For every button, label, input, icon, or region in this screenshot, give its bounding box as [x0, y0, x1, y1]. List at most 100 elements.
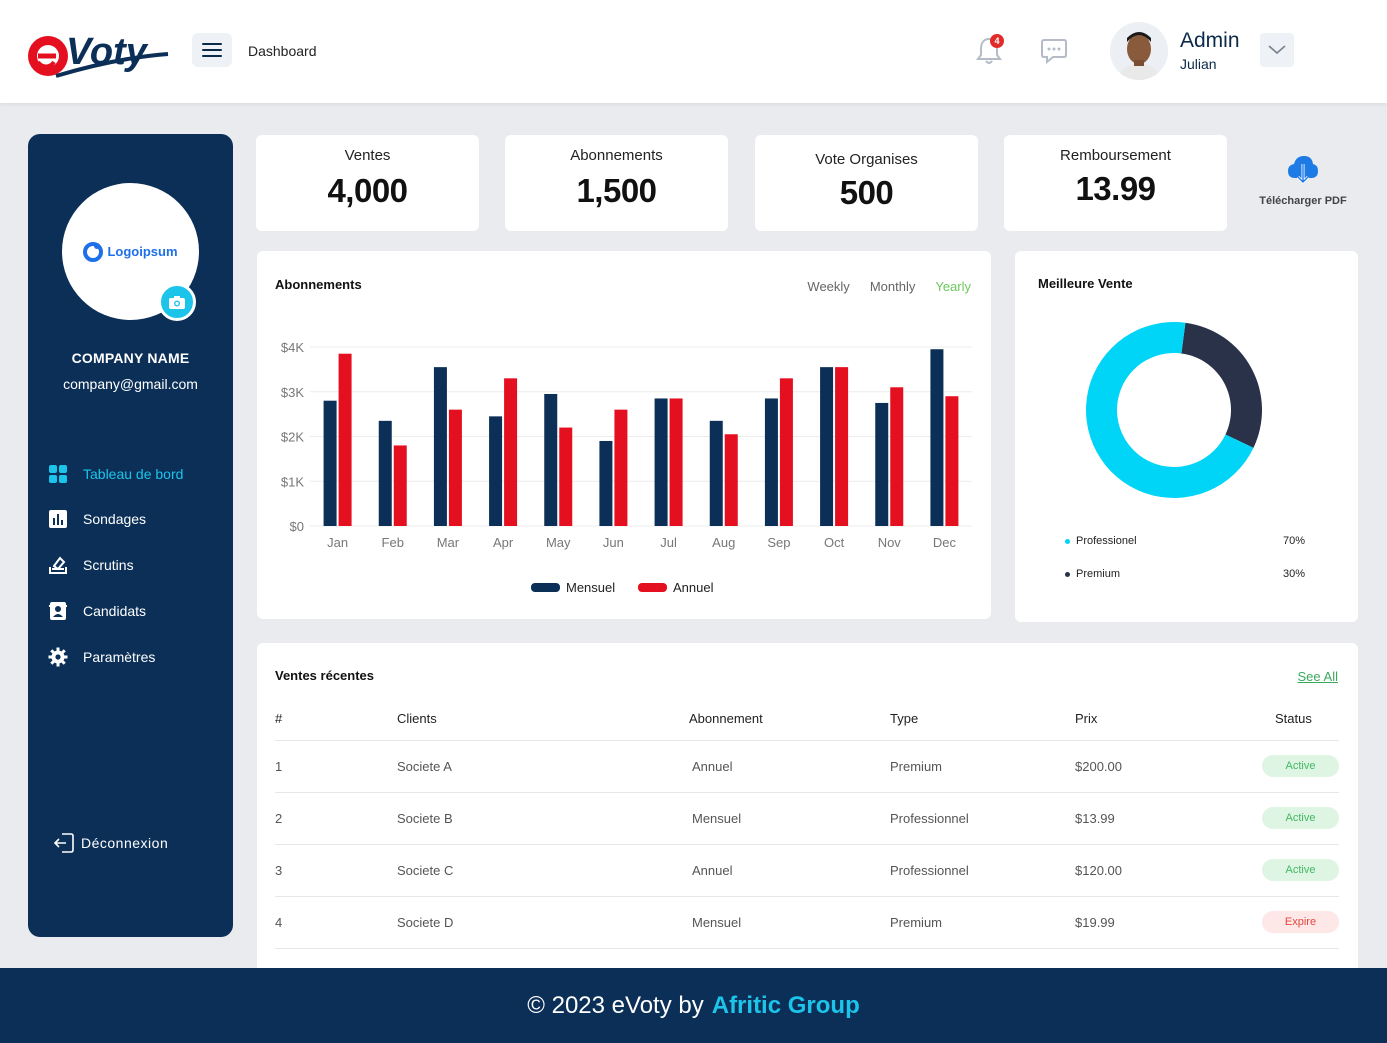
bar-mensuel-jul[interactable] [654, 398, 668, 526]
bar-mensuel-jun[interactable] [599, 440, 613, 526]
cell-plan: Annuel [692, 863, 733, 878]
contact-card-icon [48, 601, 68, 621]
sidebar-item-label: Sondages [83, 511, 147, 527]
breadcrumb: Dashboard [248, 43, 317, 59]
sidebar-item-scrutins[interactable]: Scrutins [48, 553, 134, 577]
logout-label: Déconnexion [81, 835, 169, 851]
user-role: Admin [1180, 29, 1240, 52]
sidebar-item-sondages[interactable]: Sondages [48, 507, 146, 531]
legend-label: Premium [1076, 568, 1121, 580]
x-tick-label: Sep [767, 535, 790, 550]
download-pdf-label: Télécharger PDF [1259, 195, 1347, 207]
stat-value: 4,000 [327, 172, 408, 209]
cell-type: Professionnel [890, 811, 969, 826]
bar-mensuel-oct[interactable] [820, 367, 834, 526]
legend-swatch [531, 583, 560, 592]
x-tick-label: Feb [382, 535, 404, 550]
cell-client: Societe C [397, 863, 454, 878]
col-header-status: Status [1275, 711, 1312, 726]
bar-annuel-jun[interactable] [614, 409, 628, 526]
see-all-link[interactable]: See All [1298, 669, 1338, 684]
footer-brand-link[interactable]: Afritic Group [712, 992, 860, 1020]
x-tick-label: Jul [660, 535, 677, 550]
y-tick-label: $4K [281, 340, 304, 355]
bar-annuel-dec[interactable] [945, 396, 959, 526]
grid-icon [48, 464, 68, 484]
legend-dot-icon [1065, 538, 1070, 544]
download-pdf-button[interactable]: Télécharger PDF [1250, 152, 1356, 207]
status-badge: Active [1262, 859, 1339, 881]
stat-value: 1,500 [576, 172, 657, 209]
ballot-icon [48, 555, 68, 575]
bar-annuel-mar[interactable] [448, 409, 462, 526]
bar-mensuel-dec[interactable] [930, 349, 944, 526]
bar-mensuel-may[interactable] [544, 393, 558, 526]
cell-price: $13.99 [1075, 811, 1115, 826]
bar-annuel-sep[interactable] [779, 378, 793, 526]
donut-segment-premium[interactable] [1181, 322, 1262, 448]
bar-annuel-jul[interactable] [669, 398, 683, 526]
user-menu-button[interactable] [1260, 33, 1294, 67]
cell-plan: Annuel [692, 759, 733, 774]
sidebar-item-candidats[interactable]: Candidats [48, 599, 146, 623]
sidebar: Logoipsum COMPANY NAME company@gmail.com… [28, 134, 233, 937]
bar-annuel-oct[interactable] [835, 367, 849, 526]
bar-annuel-jan[interactable] [338, 353, 352, 526]
legend-label: Mensuel [566, 580, 615, 595]
cloud-download-icon [1288, 156, 1318, 185]
legend-swatch [638, 583, 667, 592]
camera-icon [169, 295, 185, 309]
footer: © 2023 eVoty by Afritic Group [0, 968, 1387, 1043]
meilleure-vente-card: Meilleure Vente Professionel 70% Premium… [1015, 251, 1358, 622]
menu-toggle-button[interactable] [192, 33, 232, 67]
cell-price: $120.00 [1075, 863, 1122, 878]
chat-icon[interactable] [1039, 35, 1069, 65]
company-email: company@gmail.com [63, 376, 198, 392]
status-badge: Expire [1262, 911, 1339, 933]
table-title: Ventes récentes [275, 668, 375, 683]
svg-text:Voty: Voty [66, 31, 149, 73]
evoty-logo[interactable]: Voty [26, 18, 172, 82]
bar-mensuel-aug[interactable] [709, 420, 723, 526]
user-avatar[interactable] [1110, 22, 1168, 80]
logout-button[interactable]: Déconnexion [53, 832, 168, 854]
bar-mensuel-nov[interactable] [875, 402, 889, 526]
cell-client: Societe A [397, 759, 452, 774]
user-name: Julian [1180, 56, 1217, 72]
y-tick-label: $2K [281, 430, 304, 445]
donut-legend-professionel: Professionel 70% [1065, 535, 1305, 547]
col-header-abonnement: Abonnement [689, 711, 763, 726]
sidebar-item-tableau-de-bord[interactable]: Tableau de bord [48, 462, 183, 486]
stat-value: 13.99 [1075, 170, 1156, 207]
sidebar-item-parametres[interactable]: Paramètres [48, 645, 155, 669]
cell-type: Professionnel [890, 863, 969, 878]
bar-mensuel-feb[interactable] [378, 420, 392, 526]
bar-annuel-aug[interactable] [724, 434, 738, 526]
bar-annuel-may[interactable] [559, 427, 573, 526]
cell-num: 4 [275, 915, 283, 930]
donut-chart [1086, 322, 1262, 498]
bar-annuel-apr[interactable] [504, 378, 518, 526]
legend-value: 30% [1282, 568, 1305, 580]
cell-plan: Mensuel [692, 915, 742, 930]
stat-label: Ventes [344, 147, 391, 164]
notification-badge: 4 [990, 34, 1004, 48]
x-tick-label: Aug [712, 535, 735, 550]
chevron-down-icon [1268, 45, 1286, 55]
cell-price: $19.99 [1075, 915, 1115, 930]
bar-mensuel-sep[interactable] [764, 398, 778, 526]
col-header-clients: Clients [397, 711, 437, 726]
col-header-type: Type [890, 711, 919, 726]
legend-value: 70% [1282, 535, 1305, 547]
legend-label: Annuel [673, 580, 714, 595]
bar-mensuel-mar[interactable] [433, 367, 447, 526]
table-divider [275, 896, 1339, 897]
stat-label: Abonnements [570, 147, 663, 164]
logout-icon [53, 833, 74, 853]
bar-mensuel-apr[interactable] [489, 416, 503, 526]
change-photo-button[interactable] [158, 283, 196, 321]
bar-mensuel-jan[interactable] [323, 400, 337, 526]
bar-annuel-nov[interactable] [890, 387, 904, 526]
bar-annuel-feb[interactable] [393, 445, 407, 526]
sidebar-item-label: Tableau de bord [83, 466, 184, 482]
